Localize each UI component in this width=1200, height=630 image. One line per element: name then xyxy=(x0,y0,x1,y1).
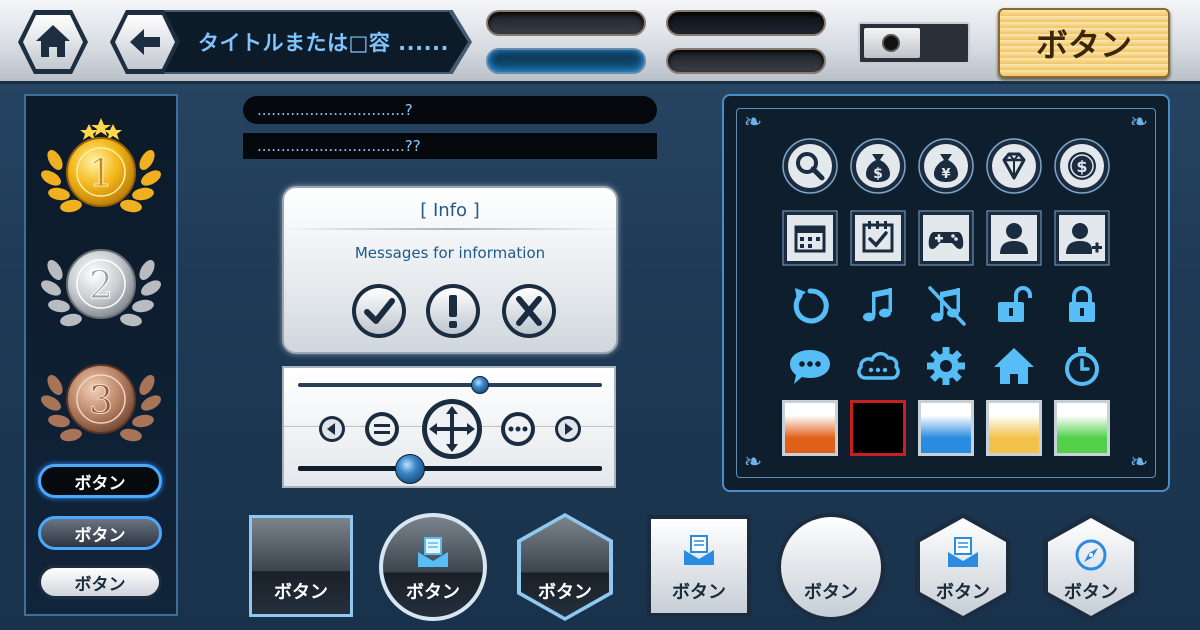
inbox-icon xyxy=(681,532,717,568)
ornament-icon: ❧ xyxy=(743,110,763,135)
bottom-button-square-dark[interactable]: ボタン xyxy=(248,514,354,618)
empty-bar-2 xyxy=(666,10,826,36)
prev-button[interactable] xyxy=(318,415,346,443)
empty-bar-glow xyxy=(486,48,646,74)
user-icon[interactable] xyxy=(986,210,1042,266)
ornament-icon: ❧ xyxy=(1129,110,1149,135)
confirm-button[interactable] xyxy=(350,282,408,340)
page-title: タイトルまたは□容 ...... xyxy=(152,12,468,72)
toggle-switch[interactable] xyxy=(858,22,970,64)
more-button[interactable] xyxy=(500,411,536,447)
dialog-divider xyxy=(284,228,616,230)
bottom-slider-track[interactable] xyxy=(298,466,602,471)
inbox-icon xyxy=(945,534,981,570)
home-button[interactable] xyxy=(16,8,90,76)
stopwatch-icon[interactable] xyxy=(1054,338,1110,394)
menu-button[interactable] xyxy=(364,411,400,447)
chat-icon[interactable] xyxy=(782,338,838,394)
coin-icon[interactable]: $ xyxy=(1054,138,1110,194)
close-button[interactable] xyxy=(500,282,558,340)
left-button-1[interactable]: ボタン xyxy=(38,464,162,498)
svg-text:¥: ¥ xyxy=(941,167,950,182)
back-button[interactable] xyxy=(108,8,182,76)
bottom-button-circle-light[interactable]: ボタン xyxy=(776,512,886,622)
slider-panel xyxy=(282,366,616,488)
ellipsis-icon xyxy=(508,426,528,432)
left-button-2[interactable]: ボタン xyxy=(38,516,162,550)
empty-bar-1 xyxy=(486,10,646,36)
calendar-icon[interactable] xyxy=(782,210,838,266)
alert-button[interactable] xyxy=(424,282,482,340)
unlock-icon[interactable] xyxy=(986,278,1042,334)
music-muted-icon[interactable] xyxy=(918,278,974,334)
svg-text:$: $ xyxy=(1076,157,1087,176)
exclamation-icon xyxy=(449,295,457,328)
color-swatch-blue[interactable] xyxy=(918,400,974,456)
color-swatch-black[interactable] xyxy=(850,400,906,456)
gold-medal: 1 xyxy=(37,110,165,220)
music-icon[interactable] xyxy=(850,278,906,334)
gear-icon[interactable] xyxy=(918,338,974,394)
dollar-bag-icon[interactable]: $ xyxy=(850,138,906,194)
medal-number-3: 3 xyxy=(89,378,113,422)
bottom-button-label: ボタン xyxy=(804,582,858,603)
dialog-message: Messages for information xyxy=(354,244,546,262)
lock-icon[interactable] xyxy=(1054,278,1110,334)
bottom-button-label: ボタン xyxy=(274,582,328,603)
bottom-slider-thumb[interactable] xyxy=(395,454,426,484)
search-icon[interactable] xyxy=(782,138,838,194)
bottom-button-square-mail[interactable]: ボタン xyxy=(646,514,752,618)
next-button[interactable] xyxy=(554,415,582,443)
text-bar-rounded: ...............................? xyxy=(243,96,657,124)
bottom-button-label: ボタン xyxy=(672,582,726,603)
svg-text:$: $ xyxy=(873,166,883,182)
bottom-button-circle-mail[interactable]: ボタン xyxy=(378,512,488,622)
medal-number-1: 1 xyxy=(89,151,113,195)
cloud-icon[interactable] xyxy=(850,338,906,394)
toggle-knob xyxy=(864,28,920,58)
top-slider-thumb[interactable] xyxy=(471,376,490,394)
color-swatch-orange[interactable] xyxy=(782,400,838,456)
color-swatch-green[interactable] xyxy=(1054,400,1110,456)
dialog-title: [ Info ] xyxy=(420,200,480,221)
bottom-button-label: ボタン xyxy=(538,582,592,603)
bottom-button-label: ボタン xyxy=(406,582,460,603)
ornament-icon: ❧ xyxy=(743,450,763,475)
bottom-button-hex-mail[interactable]: ボタン xyxy=(914,512,1012,622)
move-button[interactable] xyxy=(421,398,483,460)
refresh-icon[interactable] xyxy=(782,278,838,334)
bottom-button-hex-compass[interactable]: ボタン xyxy=(1042,512,1140,622)
diamond-icon[interactable] xyxy=(986,138,1042,194)
add-user-icon[interactable] xyxy=(1054,210,1110,266)
text-bar-square: ...............................?? xyxy=(243,133,657,159)
left-button-3[interactable]: ボタン xyxy=(38,565,162,599)
top-slider-track[interactable] xyxy=(298,383,602,387)
inbox-icon xyxy=(415,534,451,570)
ornament-icon: ❧ xyxy=(1129,450,1149,475)
gamepad-icon[interactable] xyxy=(918,210,974,266)
info-dialog: [ Info ] Messages for information xyxy=(282,186,618,354)
compass-icon xyxy=(1074,538,1108,572)
calendar-check-icon[interactable] xyxy=(850,210,906,266)
icon-panel: ❧ ❧ ❧ ❧ $ ¥ $ xyxy=(722,94,1170,492)
home-icon[interactable] xyxy=(986,338,1042,394)
main-button[interactable]: ボタン xyxy=(998,8,1170,78)
empty-bar-3 xyxy=(666,48,826,74)
yen-bag-icon[interactable]: ¥ xyxy=(918,138,974,194)
bottom-button-hex-dark[interactable]: ボタン xyxy=(516,512,614,622)
bottom-button-label: ボタン xyxy=(936,582,990,603)
bronze-medal: 3 xyxy=(37,345,165,455)
medal-number-2: 2 xyxy=(89,263,113,307)
bottom-button-label: ボタン xyxy=(1064,582,1118,603)
color-swatch-yellow[interactable] xyxy=(986,400,1042,456)
silver-medal: 2 xyxy=(37,230,165,340)
